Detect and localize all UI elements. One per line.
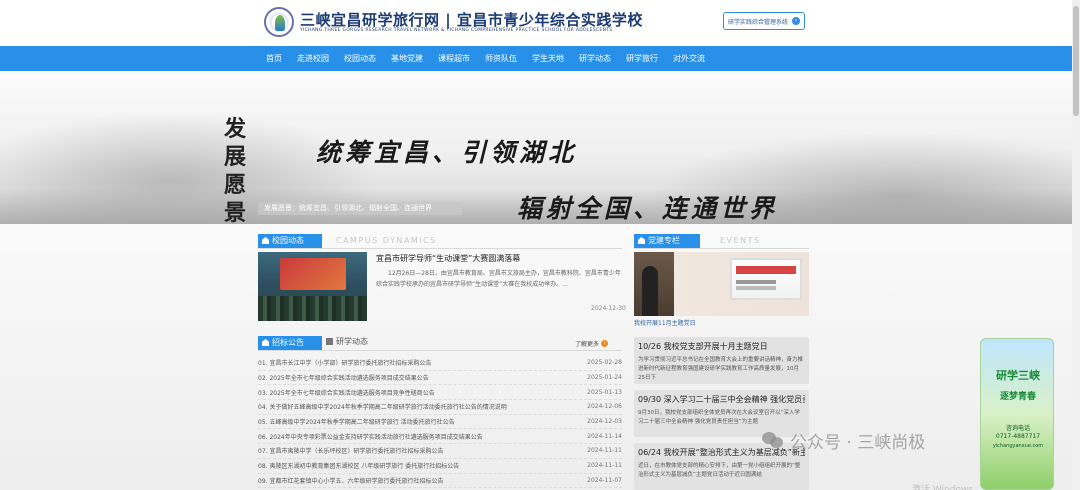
main-nav: 首页 走进校园 校园动态 基地党建 课程超市 师资队伍 学生天地 研学动态 研学…	[0, 46, 1072, 71]
ad-line1: 研学三峡	[996, 369, 1040, 382]
banner-vertical-title: 发展愿景	[223, 116, 246, 224]
nav-item-about[interactable]: 走进校园	[297, 46, 329, 71]
events-en-label: EVENTS	[720, 236, 761, 245]
scrollbar-thumb[interactable]	[1073, 6, 1079, 116]
party-photo-caption[interactable]: 我校开展11月主题党日	[634, 318, 696, 327]
management-system-button[interactable]: 研学实践综合管理系统 ›	[723, 12, 805, 30]
notice-date: 2024-12-03	[587, 418, 622, 426]
notice-title: 02. 2025年全市七年级综合实践活动遴选服务项目成交结果公告	[258, 375, 429, 383]
hero-banner[interactable]: 发展愿景 统筹宜昌、引领湖北 辐射全国、连通世界 发展愿景：统筹宜昌、引领湖北、…	[0, 71, 1072, 224]
party-event-photo[interactable]	[634, 252, 809, 316]
nav-item-party-building[interactable]: 基地党建	[391, 46, 423, 71]
event-summary: 为学习贯彻习近平总书记在全国教育大会上的重要讲话精神，奋力推进新时代新征程教育强…	[638, 357, 804, 381]
event-summary: 9月30日，我校党支部组织全体党员再次在大会议室召开以“深入学习二十届三中全会精…	[638, 410, 800, 425]
list-item[interactable]: 02. 2025年全市七年级综合实践活动遴选服务项目成交结果公告 2025-01-…	[258, 371, 622, 386]
notice-title: 03. 2025年全市七年级综合实践活动遴选服务项目竞争性磋商公告	[258, 389, 435, 397]
school-logo-icon[interactable]	[264, 7, 294, 37]
nav-item-study-travel[interactable]: 研学旅行	[626, 46, 658, 71]
notice-title: 08. 夷陵区东湖初中教育集团东湖校区 八年级研学旅行 委托旅行社招标公告	[258, 463, 460, 471]
page-scrollbar[interactable]	[1072, 0, 1080, 490]
ad-line3: 咨询电话	[1005, 425, 1030, 432]
news-thumbnail[interactable]	[258, 252, 367, 321]
list-item[interactable]: 07. 宜昌市夷陵中学（长乐坪校区）研学旅行委托旅行社招标采购公告 2024-11…	[258, 444, 622, 459]
notice-list: 01. 宜昌市长江中学（小学部）研学旅行委托旅行社招标采购公告 2025-02-2…	[258, 356, 622, 489]
nav-item-exchange[interactable]: 对外交流	[673, 46, 705, 71]
event-heading: 09/30 深入学习二十届三中全会精神 强化党员责任...	[638, 395, 805, 404]
arrow-right-icon: ›	[601, 340, 609, 347]
nav-item-study-news[interactable]: 研学动态	[579, 46, 611, 71]
notice-date: 2025-01-13	[587, 388, 622, 396]
watermark: 公众号 · 三峡尚极	[762, 428, 925, 453]
list-item[interactable]: 06. 2024年中央专项彩票公益金支持研学实践活动旅行社遴选服务项目成交结果公…	[258, 429, 622, 445]
event-card[interactable]: 10/26 我校党支部开展十月主题党日 为学习贯彻习近平总书记在全国教育大会上的…	[634, 337, 809, 384]
watermark-text: 公众号 · 三峡尚极	[790, 433, 926, 453]
news-date: 2024-12-30	[591, 305, 626, 312]
thumbnail-stage-screen	[280, 258, 346, 290]
list-item[interactable]: 04. 关于做好五峰高级中学2024年秋季学期高二年级研学旅行活动委托旅行社公告…	[258, 400, 622, 415]
notice-date: 2024-11-11	[587, 462, 622, 470]
notice-title: 05. 五峰高级中学2024年秋季学期高二年级研学旅行 活动委托旅行社公告	[258, 419, 455, 427]
notice-title: 04. 关于做好五峰高级中学2024年秋季学期高二年级研学旅行活动委托旅行社公告…	[258, 404, 507, 412]
news-headline[interactable]: 宜昌市研学导师“生动课堂”大赛圆满落幕	[376, 253, 520, 264]
notice-date: 2024-11-14	[587, 432, 622, 440]
tab-party-column[interactable]: 党建专栏	[634, 234, 700, 248]
divider	[258, 248, 622, 249]
site-header: 三峡宜昌研学旅行网 | 宜昌市青少年综合实践学校 YICHANG THREE G…	[0, 0, 1080, 46]
list-item[interactable]: 08. 夷陵区东湖初中教育集团东湖校区 八年级研学旅行 委托旅行社招标公告 202…	[258, 459, 622, 474]
activate-windows-text: 激活 Windows	[912, 485, 974, 490]
notice-title: 07. 宜昌市夷陵中学（长乐坪校区）研学旅行委托旅行社招标采购公告	[258, 448, 444, 456]
nav-list: 首页 走进校园 校园动态 基地党建 课程超市 师资队伍 学生天地 研学动态 研学…	[266, 46, 720, 71]
ad-line2: 逐梦青春	[999, 392, 1036, 402]
nav-item-students[interactable]: 学生天地	[532, 46, 564, 71]
banner-slogan-line1: 统筹宜昌、引领湖北	[316, 138, 578, 167]
tab-study-news[interactable]: 研学动态	[324, 335, 368, 349]
photo-speaker	[642, 266, 658, 316]
tab-campus-news[interactable]: 校园动态	[258, 234, 322, 248]
list-item[interactable]: 03. 2025年全市七年级综合实践活动遴选服务项目竞争性磋商公告 2025-01…	[258, 385, 622, 401]
banner-caption: 发展愿景：统筹宜昌、引领湖北、辐射全国、连通世界	[258, 202, 462, 215]
event-heading: 10/26 我校党支部开展十月主题党日	[638, 342, 768, 351]
divider	[634, 248, 809, 249]
photo-projection-screen	[730, 258, 802, 300]
list-item[interactable]: 09. 宜都市红花套镇中心小学五、六年级研学旅行委托旅行社招标公告 2024-11…	[258, 474, 622, 489]
divider	[258, 350, 622, 351]
thumbnail-audience	[258, 296, 367, 321]
notice-title: 09. 宜都市红花套镇中心小学五、六年级研学旅行委托旅行社招标公告	[258, 477, 444, 485]
news-summary: 12月26日—28日，由宜昌市教育局、宜昌市文旅局主办，宜昌市教科院、宜昌市青少…	[376, 270, 621, 288]
notice-title: 06. 2024年中央专项彩票公益金支持研学实践活动旅行社遴选服务项目成交结果公…	[258, 433, 483, 441]
wechat-icon	[762, 431, 784, 450]
nav-item-home[interactable]: 首页	[266, 46, 282, 71]
site-title[interactable]: 三峡宜昌研学旅行网 | 宜昌市青少年综合实践学校	[300, 9, 643, 30]
banner-slogan-line2: 辐射全国、连通世界	[517, 194, 779, 223]
arrow-right-icon: ›	[792, 17, 800, 25]
tab-tender-notices[interactable]: 招标公告	[258, 336, 322, 350]
more-link[interactable]: 了解更多 ›	[575, 339, 609, 348]
list-item[interactable]: 01. 宜昌市长江中学（小学部）研学旅行委托旅行社招标采购公告 2025-02-2…	[258, 356, 622, 371]
nav-item-campus-news[interactable]: 校园动态	[344, 46, 376, 71]
notice-date: 2024-12-06	[587, 403, 622, 411]
notice-date: 2025-02-28	[587, 359, 622, 367]
notice-date: 2024-11-11	[587, 447, 622, 455]
ad-phone: 0717-4887717	[995, 433, 1041, 440]
notice-date: 2025-01-24	[587, 374, 622, 382]
floating-ad-banner[interactable]: 研学三峡 逐梦青春 咨询电话 0717-4887717 yichangyanxu…	[980, 338, 1054, 490]
notice-title: 01. 宜昌市长江中学（小学部）研学旅行委托旅行社招标采购公告	[258, 360, 432, 368]
nav-item-courses[interactable]: 课程超市	[438, 46, 470, 71]
more-link-label: 了解更多	[575, 341, 600, 348]
list-item[interactable]: 05. 五峰高级中学2024年秋季学期高二年级研学旅行 活动委托旅行社公告 202…	[258, 415, 622, 430]
management-system-label: 研学实践综合管理系统	[727, 18, 788, 26]
site-subtitle: YICHANG THREE GORGES RESEARCH TRAVEL NET…	[300, 28, 613, 33]
nav-item-faculty[interactable]: 师资队伍	[485, 46, 517, 71]
notice-date: 2024-11-07	[587, 476, 622, 484]
ad-url: yichangyanxue.com	[992, 443, 1044, 449]
campus-en-label: CAMPUS DYNAMICS	[336, 236, 437, 245]
event-summary: 近日，在市教体党支部的精心安排下，由第一党小组组织开展的“整治形式主义为基层减负…	[638, 463, 801, 478]
